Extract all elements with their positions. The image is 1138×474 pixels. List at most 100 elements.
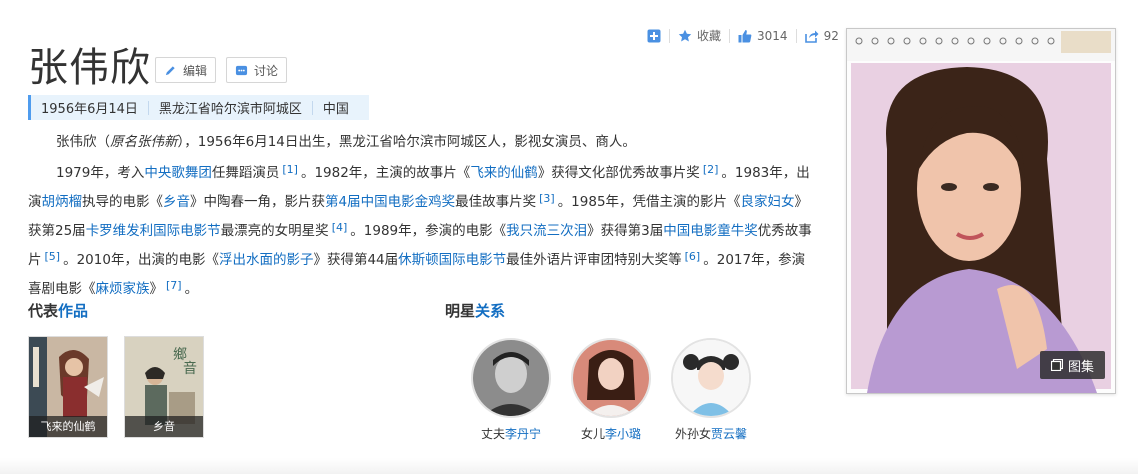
intro-link[interactable]: 良家妇女 — [741, 194, 795, 210]
comment-icon — [235, 65, 248, 75]
discuss-button-label: 讨论 — [254, 63, 279, 78]
reference-superscript[interactable]: [3] — [536, 192, 558, 205]
work-card-1[interactable]: 飞来的仙鹤 — [28, 336, 108, 438]
avatar — [671, 338, 751, 418]
reference-superscript[interactable]: [5] — [42, 250, 64, 263]
add-button[interactable] — [647, 29, 661, 43]
relation-label: 女儿李小璐 — [569, 425, 653, 442]
birth-place: 黑龙江省哈尔滨市阿城区 — [158, 102, 302, 117]
gallery-icon — [1050, 359, 1063, 371]
relation-label: 丈夫李丹宁 — [469, 425, 553, 442]
relations-section-title: 明星关系 — [445, 300, 505, 321]
pencil-icon — [165, 65, 175, 75]
avatar-image — [673, 340, 749, 416]
intro-paragraph-1: 张伟欣（原名张伟新），1956年6月14日出生，黑龙江省哈尔滨市阿城区人，影视女… — [28, 130, 818, 155]
intro-link[interactable]: 麻烦家族 — [96, 281, 150, 297]
intro-text: 》获得第3届 — [587, 223, 664, 239]
intro-text: 。1982年，主演的故事片《 — [300, 165, 471, 181]
collect-label: 收藏 — [697, 29, 722, 43]
relation-item-granddaughter[interactable]: 外孙女贾云馨 — [669, 338, 753, 442]
intro-link[interactable]: 飞来的仙鹤 — [470, 165, 538, 181]
collect-button[interactable]: 收藏 — [678, 27, 721, 44]
share-button[interactable]: 92 — [804, 28, 839, 43]
intro-text: ），1956年6月14日出生，黑龙江省哈尔滨市阿城区人，影视女演员、商人。 — [177, 134, 636, 150]
birth-date: 1956年6月14日 — [41, 102, 138, 117]
intro-text: 。2010年，出演的电影《 — [63, 252, 219, 268]
portrait-frame[interactable] — [846, 28, 1116, 394]
svg-text:音: 音 — [183, 360, 197, 377]
page-bottom-edge — [0, 458, 1138, 474]
intro-link[interactable]: 中央歌舞团 — [144, 165, 212, 181]
intro-text: 。1985年，凭借主演的影片《 — [557, 194, 741, 210]
intro-link[interactable]: 浮出水面的影子 — [219, 252, 314, 268]
star-icon — [678, 29, 692, 41]
relation-item-husband[interactable]: 丈夫李丹宁 — [469, 338, 553, 442]
discuss-button[interactable]: 讨论 — [226, 57, 288, 83]
intro-text: 。 — [184, 281, 199, 297]
section-title-highlight: 作品 — [58, 302, 89, 320]
reference-superscript[interactable]: [4] — [329, 221, 351, 234]
work-title: 飞来的仙鹤 — [29, 416, 107, 437]
plus-square-icon — [647, 29, 661, 42]
intro-link[interactable]: 卡罗维发利国际电影节 — [86, 223, 221, 239]
avatar-image — [473, 340, 549, 416]
relation-name-link[interactable]: 贾云馨 — [711, 427, 747, 441]
avatar — [571, 338, 651, 418]
intro-text: 执导的电影《 — [82, 194, 163, 210]
intro-text: 。1989年，参演的电影《 — [350, 223, 507, 239]
reference-superscript[interactable]: [6] — [682, 250, 704, 263]
page-title: 张伟欣 — [28, 45, 151, 91]
gallery-button[interactable]: 图集 — [1040, 351, 1105, 379]
relation-role: 丈夫 — [480, 427, 505, 441]
works-section-title: 代表作品 — [28, 300, 88, 321]
intro-link[interactable]: 胡炳榴 — [42, 194, 83, 210]
section-title-prefix: 明星 — [445, 302, 476, 320]
intro-link[interactable]: 休斯顿国际电影节 — [398, 252, 506, 268]
intro-text: 最漂亮的女明星奖 — [220, 223, 329, 239]
reference-superscript[interactable]: [2] — [700, 163, 722, 176]
share-icon — [804, 30, 819, 43]
share-count: 92 — [823, 28, 839, 43]
intro-text: 1979年，考入 — [56, 165, 145, 181]
gallery-label: 图集 — [1067, 359, 1094, 375]
intro-text: 》获得文化部优秀故事片奖 — [537, 165, 700, 181]
action-toolbar: 收藏 3014 92 — [647, 27, 839, 44]
intro-text: 任舞蹈演员 — [211, 165, 280, 181]
intro-text: 最佳故事片奖 — [455, 194, 537, 210]
work-title: 乡音 — [125, 416, 203, 437]
intro-text: 》 — [149, 281, 164, 297]
portrait-image — [847, 29, 1115, 393]
intro-link[interactable]: 中国电影童牛奖 — [663, 223, 758, 239]
relation-role: 外孙女 — [674, 427, 711, 441]
edit-button-label: 编辑 — [183, 63, 208, 78]
relation-name-link[interactable]: 李丹宁 — [505, 427, 541, 441]
avatar — [471, 338, 551, 418]
work-card-2[interactable]: 鄉 音 乡音 — [124, 336, 204, 438]
relation-label: 外孙女贾云馨 — [669, 425, 753, 442]
avatar-image — [573, 340, 649, 416]
basic-info-bar: 1956年6月14日 黑龙江省哈尔滨市阿城区 中国 — [28, 95, 369, 120]
intro-paragraph-2: 1979年，考入中央歌舞团任舞蹈演员 [1] 。1982年，主演的故事片《飞来的仙鹤… — [28, 157, 818, 302]
thumbs-up-icon — [738, 29, 752, 42]
section-title-highlight: 关系 — [475, 302, 506, 320]
intro-text: 》中陶春一角，影片获 — [190, 194, 325, 210]
relation-name-link[interactable]: 李小璐 — [605, 427, 641, 441]
relation-role: 女儿 — [580, 427, 605, 441]
intro-link[interactable]: 我只流三次泪 — [506, 223, 587, 239]
reference-superscript[interactable]: [7] — [163, 279, 185, 292]
intro-link[interactable]: 第4届中国电影金鸡奖 — [325, 194, 455, 210]
edit-button[interactable]: 编辑 — [155, 57, 217, 83]
intro-text: 最佳外语片评审团特别大奖等 — [506, 252, 682, 268]
section-title-prefix: 代表 — [28, 302, 59, 320]
nationality: 中国 — [322, 102, 349, 117]
like-count: 3014 — [757, 28, 788, 43]
divider — [795, 28, 797, 43]
intro-text: 》获得第44届 — [313, 252, 399, 268]
intro-link[interactable]: 乡音 — [163, 194, 190, 210]
original-name: 原名张伟新 — [110, 134, 178, 150]
intro-text: 张伟欣（ — [56, 134, 110, 150]
divider — [729, 28, 731, 43]
like-button[interactable]: 3014 — [738, 29, 788, 43]
relation-item-daughter[interactable]: 女儿李小璐 — [569, 338, 653, 442]
reference-superscript[interactable]: [1] — [279, 163, 301, 176]
